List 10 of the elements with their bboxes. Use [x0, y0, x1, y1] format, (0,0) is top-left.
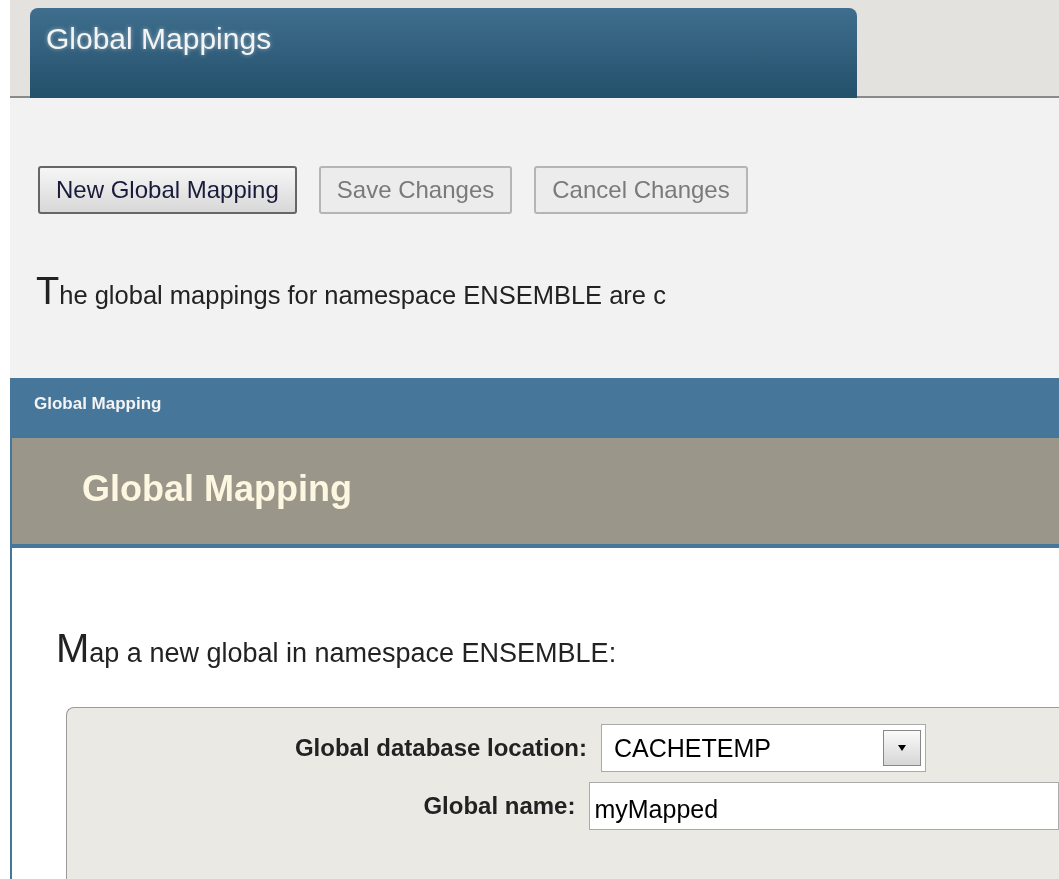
action-button[interactable]: New Global Mapping [38, 166, 297, 214]
field-label: Global database location: [293, 734, 587, 762]
name-field[interactable]: myMapped [589, 782, 1059, 830]
tab[interactable]: Global Mappings [30, 8, 857, 98]
field-label: Global name: [422, 792, 576, 820]
dialog-heading: Global Mapping [82, 468, 352, 509]
dialog-title: Global Mapping [34, 394, 162, 413]
dialog-intro-text: Map a new global in namespace ENSEMBLE: [56, 626, 618, 671]
intro-text: The global mappings for namespace ENSEMBLE are c [36, 270, 667, 313]
database-dropdown[interactable]: CACHETEMP [601, 724, 926, 772]
